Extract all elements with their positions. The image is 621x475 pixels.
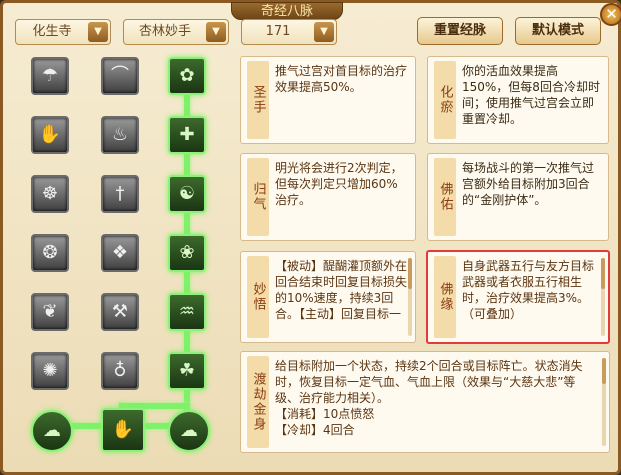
wheel-icon[interactable]: ❖ — [101, 234, 139, 272]
skill-cooldown: 【冷却】4回合 — [275, 423, 355, 437]
sect-select-value: 化生寺 — [32, 24, 72, 39]
skill-card-miaowu[interactable]: 妙悟 【被动】醍醐灌顶额外在回合结束时回复目标损失的10%速度，持续3回合。【主… — [240, 251, 416, 343]
scrollbar[interactable] — [408, 258, 412, 336]
buddha-icon[interactable]: ❂ — [31, 234, 69, 272]
monk-icon[interactable]: ☸ — [31, 175, 69, 213]
lotus-icon[interactable]: ❀ — [168, 234, 206, 272]
gourd-icon[interactable]: ♁ — [101, 352, 139, 390]
skill-card-shengshou[interactable]: 圣手 推气过宫对首目标的治疗效果提高50%。 — [240, 56, 416, 144]
sect-select[interactable]: 化生寺 ▼ — [15, 19, 111, 45]
skill-desc: 给目标附加一个状态，持续2个回合或目标阵亡。状态消失时，恢复目标一定气血、气血上… — [275, 359, 583, 405]
skill-card-foyou[interactable]: 佛佑 每场战斗的第一次推气过宫额外给目标附加3回合的“金刚护体”。 — [427, 153, 609, 241]
skill-name: 化瘀 — [434, 61, 456, 139]
skill-desc: 每场战斗的第一次推气过宫额外给目标附加3回合的“金刚护体”。 — [462, 161, 595, 207]
tools-icon[interactable]: ⚒ — [101, 293, 139, 331]
tiger-icon[interactable]: ☯ — [168, 175, 206, 213]
ward-icon[interactable]: ✋ — [101, 408, 145, 452]
skill-card-guiqi[interactable]: 归气 明光将会进行2次判定，但每次判定只增加60%治疗。 — [240, 153, 416, 241]
reset-meridian-button[interactable]: 重置经脉 — [417, 17, 503, 45]
skill-desc: 自身武器五行与友方目标武器或者衣服五行相生时，治疗效果提高3%。（可叠加） — [462, 259, 595, 321]
skill-name: 渡劫金身 — [247, 356, 269, 448]
skill-card-dujie[interactable]: 渡劫金身 给目标附加一个状态，持续2个回合或目标阵亡。状态消失时，恢复目标一定气… — [240, 351, 610, 453]
rain-icon[interactable]: ☂ — [31, 57, 69, 95]
scrollbar[interactable] — [602, 358, 606, 446]
skill-name: 妙悟 — [247, 256, 269, 338]
school-select-value: 杏林妙手 — [138, 24, 191, 39]
beast-icon[interactable]: ☘ — [168, 352, 206, 390]
bamboo-icon[interactable]: ♒ — [168, 293, 206, 331]
skill-card-huayu[interactable]: 化瘀 你的活血效果提高150%，但每8回合冷却时间；使用推气过宫会立即重置冷却。 — [427, 56, 609, 144]
horn-icon[interactable]: ✺ — [31, 352, 69, 390]
skill-name: 圣手 — [247, 61, 269, 139]
chevron-down-icon[interactable]: ▼ — [88, 22, 108, 42]
skill-desc: 你的活血效果提高150%，但每8回合冷却时间；使用推气过宫会立即重置冷却。 — [462, 64, 600, 126]
scrollbar[interactable] — [601, 258, 605, 336]
meridian-panel: 奇经八脉 ✕ 化生寺 ▼ 杏林妙手 ▼ 171 ▼ 重置经脉 默认模式 ☂ ✋ … — [0, 0, 621, 475]
leaf-icon[interactable]: ❦ — [31, 293, 69, 331]
close-icon: ✕ — [605, 5, 618, 23]
rainbow-icon[interactable]: ⌒ — [101, 57, 139, 95]
sage-icon[interactable]: ✿ — [168, 57, 206, 95]
cloud-left-icon[interactable]: ☁ — [31, 410, 73, 452]
qi-icon[interactable]: ✚ — [168, 116, 206, 154]
level-select[interactable]: 171 ▼ — [241, 19, 337, 45]
sword-icon[interactable]: † — [101, 175, 139, 213]
skill-cost: 【消耗】10点愤怒 — [275, 407, 375, 421]
window-title: 奇经八脉 — [231, 2, 343, 20]
skill-name: 归气 — [247, 158, 269, 236]
skill-name: 佛佑 — [434, 158, 456, 236]
skill-desc-block: 给目标附加一个状态，持续2个回合或目标阵亡。状态消失时，恢复目标一定气血、气血上… — [275, 358, 595, 438]
chevron-down-icon[interactable]: ▼ — [206, 22, 226, 42]
school-select[interactable]: 杏林妙手 ▼ — [123, 19, 229, 45]
claw-icon[interactable]: ✋ — [31, 116, 69, 154]
skill-card-foyuan[interactable]: 佛缘 自身武器五行与友方目标武器或者衣服五行相生时，治疗效果提高3%。（可叠加） — [426, 250, 610, 344]
chevron-down-icon[interactable]: ▼ — [314, 22, 334, 42]
skill-desc: 【被动】醍醐灌顶额外在回合结束时回复目标损失的10%速度，持续3回合。【主动】回… — [275, 259, 407, 321]
default-mode-button[interactable]: 默认模式 — [515, 17, 601, 45]
close-button[interactable]: ✕ — [600, 3, 621, 26]
skill-name: 佛缘 — [434, 256, 456, 338]
seat-icon[interactable]: ♨ — [101, 116, 139, 154]
level-select-value: 171 — [265, 24, 291, 39]
skill-desc: 明光将会进行2次判定，但每次判定只增加60%治疗。 — [275, 161, 403, 207]
skill-desc: 推气过宫对首目标的治疗效果提高50%。 — [275, 64, 407, 94]
cloud-right-icon[interactable]: ☁ — [168, 410, 210, 452]
